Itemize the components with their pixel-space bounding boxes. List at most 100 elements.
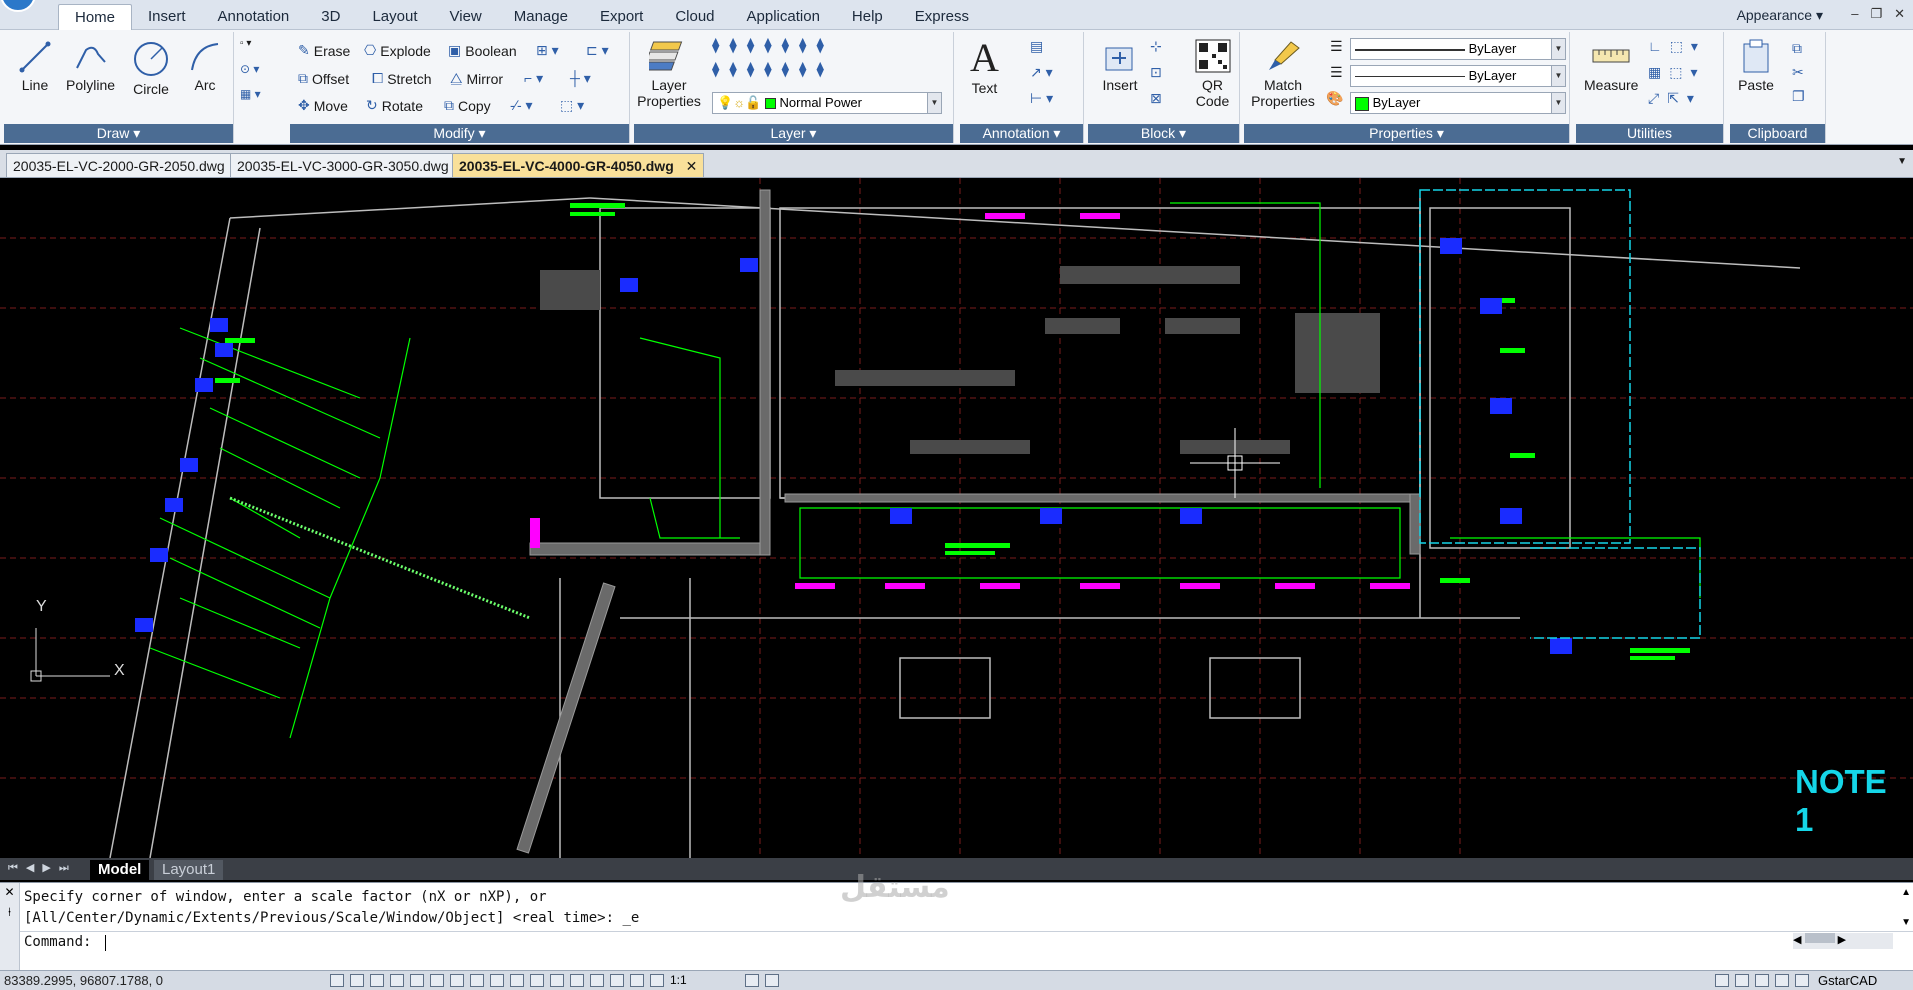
layout-nav-icons[interactable]: ⏮◀▶⏭ bbox=[8, 861, 77, 875]
document-tab[interactable]: 20035-EL-VC-2000-GR-2050.dwg bbox=[6, 153, 232, 177]
utility-tools-row2[interactable]: ▦⬚▾ bbox=[1648, 64, 1705, 81]
layer-tools-row2[interactable]: ⧫⧫⧫⧫⧫⧫⧫ bbox=[712, 60, 834, 78]
annotation-visibility-icon[interactable] bbox=[650, 974, 664, 987]
osnap-toggle-icon[interactable] bbox=[410, 974, 424, 987]
copy-clip-icon[interactable]: ⧉ bbox=[1792, 40, 1802, 57]
document-tab-active[interactable]: 20035-EL-VC-4000-GR-4050.dwg ✕ bbox=[452, 153, 705, 177]
drawing-canvas[interactable]: Y X NOTE 1 bbox=[0, 178, 1913, 858]
layer-dropdown[interactable]: 💡☼🔓 Normal Power ▼ bbox=[712, 92, 942, 114]
close-command-icon[interactable]: ✕ bbox=[0, 885, 19, 899]
annotation-monitor-icon[interactable] bbox=[550, 974, 564, 987]
erase-button[interactable]: ✎ Erase bbox=[298, 42, 350, 59]
tab-manage[interactable]: Manage bbox=[498, 4, 584, 30]
boolean-button[interactable]: ▣ Boolean bbox=[448, 42, 517, 59]
trim-icon[interactable]: ┼ ▾ bbox=[570, 70, 591, 87]
tab-layout[interactable]: Layout bbox=[356, 4, 433, 30]
modify-panel-title[interactable]: Modify ▾ bbox=[290, 124, 629, 143]
quick-properties-icon[interactable] bbox=[570, 974, 584, 987]
chevron-down-icon[interactable]: ▼ bbox=[1551, 93, 1565, 113]
snap-toggle-icon[interactable] bbox=[350, 974, 364, 987]
close-tab-icon[interactable]: ✕ bbox=[686, 158, 698, 174]
scale-icon[interactable]: ⬚ ▾ bbox=[560, 97, 584, 114]
tab-home[interactable]: Home bbox=[58, 4, 133, 30]
ducs-toggle-icon[interactable] bbox=[450, 974, 464, 987]
line-button[interactable]: Line bbox=[18, 40, 52, 93]
block-panel-title[interactable]: Block ▾ bbox=[1088, 124, 1239, 143]
linetype-dropdown[interactable]: ByLayer ▼ bbox=[1350, 65, 1566, 87]
circle-button[interactable]: Circle bbox=[132, 40, 170, 97]
annotation-scale-icon[interactable] bbox=[765, 974, 779, 987]
chevron-down-icon[interactable]: ▼ bbox=[1551, 39, 1565, 59]
command-input-row[interactable]: Command: bbox=[20, 931, 1913, 953]
explode-button[interactable]: ⎔ Explode bbox=[364, 42, 431, 59]
hatch-icon[interactable]: ▦ ▾ bbox=[240, 87, 261, 101]
polar-toggle-icon[interactable] bbox=[390, 974, 404, 987]
fullscreen-icon[interactable] bbox=[1795, 974, 1809, 987]
ortho-toggle-icon[interactable] bbox=[370, 974, 384, 987]
command-scrollbar[interactable]: ◀ ▶ bbox=[1793, 933, 1893, 949]
rectangle-icon[interactable]: ▫ ▾ bbox=[240, 38, 251, 49]
break-icon[interactable]: -∕- ▾ bbox=[510, 97, 533, 114]
close-icon[interactable]: ✕ bbox=[1894, 6, 1905, 22]
utility-tools-row1[interactable]: ∟⬚▾ bbox=[1648, 38, 1706, 55]
array-icon[interactable]: ⊞ ▾ bbox=[536, 42, 559, 59]
table-icon[interactable]: ▤ bbox=[1030, 38, 1043, 55]
app-logo-icon[interactable] bbox=[0, 0, 36, 12]
block-create-icon[interactable]: ⊡ bbox=[1150, 64, 1162, 81]
selection-cycling-icon[interactable] bbox=[530, 974, 544, 987]
isolate-icon[interactable] bbox=[1775, 974, 1789, 987]
tab-model[interactable]: Model bbox=[90, 860, 150, 880]
properties-panel-title[interactable]: Properties ▾ bbox=[1244, 124, 1569, 143]
arc-button[interactable]: Arc bbox=[188, 40, 222, 93]
block-attribute-icon[interactable]: ⊠ bbox=[1150, 90, 1162, 107]
mirror-button[interactable]: ⧋ Mirror bbox=[450, 70, 503, 87]
text-button[interactable]: A Text bbox=[970, 36, 999, 97]
layer-panel-title[interactable]: Layer ▾ bbox=[634, 124, 953, 143]
transparency-toggle-icon[interactable] bbox=[510, 974, 524, 987]
layer-tools-row1[interactable]: ⧫⧫⧫⧫⧫⧫⧫ bbox=[712, 36, 834, 54]
offset-button[interactable]: ⧉ Offset bbox=[298, 70, 349, 87]
gizmo-icon[interactable] bbox=[610, 974, 624, 987]
ellipse-icon[interactable]: ⊙ ▾ bbox=[240, 62, 259, 76]
copy-base-icon[interactable]: ❐ bbox=[1792, 88, 1805, 105]
tab-layout1[interactable]: Layout1 bbox=[154, 860, 224, 880]
tab-insert[interactable]: Insert bbox=[132, 4, 202, 30]
annotation-autoscale-icon[interactable] bbox=[745, 974, 759, 987]
leader-icon[interactable]: ↗ ▾ bbox=[1030, 64, 1053, 81]
pin-icon[interactable]: ⍿ bbox=[0, 905, 19, 920]
dimension-icon[interactable]: ⊢ ▾ bbox=[1030, 90, 1053, 107]
cut-icon[interactable]: ✂ bbox=[1792, 64, 1804, 81]
dyn-toggle-icon[interactable] bbox=[470, 974, 484, 987]
lineweight-toggle-icon[interactable] bbox=[490, 974, 504, 987]
lightbulb-status-icon[interactable] bbox=[1755, 974, 1769, 987]
annotation-panel-title[interactable]: Annotation ▾ bbox=[960, 124, 1083, 143]
insert-button[interactable]: Insert bbox=[1102, 42, 1138, 93]
draw-panel-title[interactable]: Draw ▾ bbox=[4, 124, 233, 143]
chevron-down-icon[interactable]: ▼ bbox=[1551, 66, 1565, 86]
copy-button[interactable]: ⧉ Copy bbox=[444, 97, 491, 114]
tab-export[interactable]: Export bbox=[584, 4, 659, 30]
match-properties-button[interactable]: Match Properties bbox=[1248, 38, 1318, 109]
layer-properties-button[interactable]: Layer Properties bbox=[637, 38, 701, 109]
grid-toggle-icon[interactable] bbox=[330, 974, 344, 987]
lineweight-dropdown[interactable]: ByLayer ▼ bbox=[1350, 38, 1566, 60]
stretch-button[interactable]: ⧠ Stretch bbox=[372, 70, 432, 87]
linetype-list-icon[interactable]: ☰ bbox=[1330, 64, 1343, 81]
tab-application[interactable]: Application bbox=[731, 4, 836, 30]
restore-icon[interactable]: ❐ bbox=[1870, 6, 1882, 22]
minimize-icon[interactable]: – bbox=[1851, 6, 1858, 22]
workspace-icon[interactable] bbox=[1735, 974, 1749, 987]
measure-button[interactable]: Measure bbox=[1584, 38, 1638, 93]
tab-annotation[interactable]: Annotation bbox=[202, 4, 306, 30]
tab-express[interactable]: Express bbox=[899, 4, 985, 30]
qr-code-button[interactable]: QR Code bbox=[1186, 38, 1239, 109]
tab-list-icon[interactable]: ▼ bbox=[1897, 156, 1907, 167]
align-icon[interactable]: ⊏ ▾ bbox=[586, 42, 609, 59]
polyline-button[interactable]: Polyline bbox=[66, 40, 115, 93]
settings-gear-icon[interactable] bbox=[1715, 974, 1729, 987]
color-wheel-icon[interactable]: 🎨 bbox=[1326, 90, 1343, 107]
fillet-icon[interactable]: ⌐ ▾ bbox=[524, 70, 543, 87]
paste-button[interactable]: Paste bbox=[1738, 38, 1774, 93]
lineweight-list-icon[interactable]: ☰ bbox=[1330, 38, 1343, 55]
scroll-down-icon[interactable]: ▼ bbox=[1901, 917, 1911, 928]
